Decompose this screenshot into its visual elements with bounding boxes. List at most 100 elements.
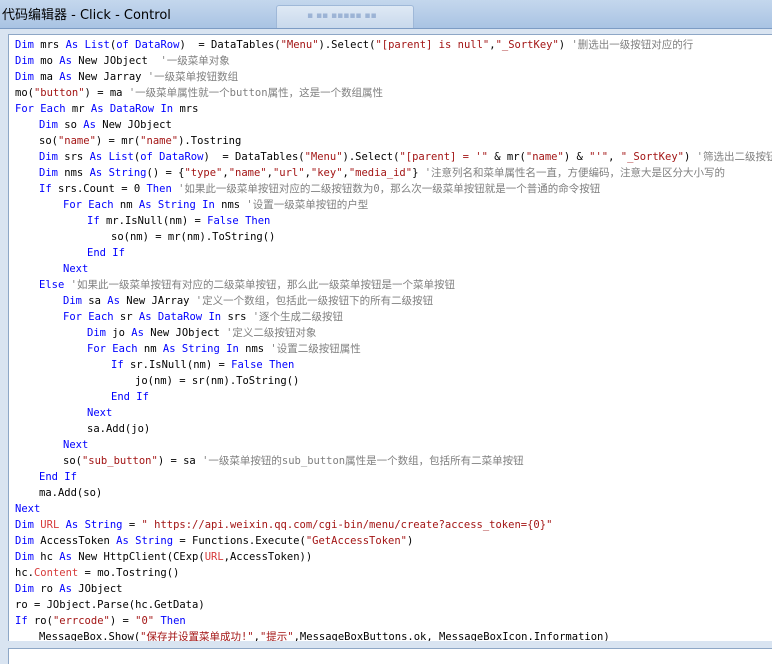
code-token: Dim: [15, 71, 34, 83]
code-line[interactable]: Dim mrs As List(of DataRow) = DataTables…: [15, 37, 693, 53]
code-token: mo(: [15, 87, 34, 99]
code-token: False: [207, 215, 239, 227]
code-token: ) = DataTables(: [179, 39, 281, 51]
code-token: As: [138, 311, 152, 323]
code-token: ) = ma: [84, 87, 129, 99]
code-token: In: [208, 311, 222, 323]
code-line[interactable]: If srs.Count = 0 Then '如果此一级菜单按钮对应的二级按钮数…: [39, 181, 600, 197]
code-token: ).Select(: [318, 39, 376, 51]
code-token: '一级菜单按钮的sub_button属性是一个数组，包括所有二菜单按钮: [202, 455, 524, 467]
code-line[interactable]: Dim jo As New JObject '定义二级按钮对象: [87, 325, 316, 341]
code-token: JObject: [71, 583, 123, 595]
code-line[interactable]: hc.Content = mo.Tostring(): [15, 565, 179, 581]
code-line[interactable]: so("sub_button") = sa '一级菜单按钮的sub_button…: [63, 453, 524, 469]
code-token: '定义二级按钮对象: [226, 327, 317, 339]
code-line[interactable]: Next: [63, 437, 88, 453]
code-token: For: [87, 343, 106, 355]
code-line[interactable]: Next: [63, 261, 88, 277]
code-token: If: [64, 471, 77, 483]
code-token: ) = sa: [157, 455, 203, 467]
code-line[interactable]: Dim ma As New Jarray '一级菜单按钮数组: [15, 69, 238, 85]
splitter[interactable]: [8, 641, 772, 647]
code-line[interactable]: For Each sr As DataRow In srs '逐个生成二级按钮: [63, 309, 343, 325]
code-token: New HttpClient(CExp(: [71, 551, 205, 563]
code-line[interactable]: If sr.IsNull(nm) = False Then: [111, 357, 294, 373]
code-token: URL: [204, 551, 224, 563]
code-line[interactable]: ma.Add(so): [39, 485, 102, 501]
code-token: ma.Add(so): [39, 487, 103, 499]
code-token: "[parent] = '": [399, 151, 488, 163]
code-token: If: [15, 615, 28, 627]
code-token: =: [122, 519, 142, 531]
code-line[interactable]: For Each nm As String In nms '设置二级按钮属性: [87, 341, 361, 357]
code-token: "name": [525, 151, 564, 163]
code-token: Dim: [15, 551, 34, 563]
code-token: ).Select(: [342, 151, 400, 163]
code-token: For: [15, 103, 34, 115]
code-line[interactable]: If mr.IsNull(nm) = False Then: [87, 213, 270, 229]
code-line[interactable]: Dim URL As String = " https://api.weixin…: [15, 517, 552, 533]
code-line[interactable]: End If: [111, 389, 149, 405]
code-line[interactable]: ro = JObject.Parse(hc.GetData): [15, 597, 205, 613]
code-token: Dim: [15, 55, 34, 67]
code-line[interactable]: Dim nms As String() = {"type","name","ur…: [39, 165, 725, 181]
code-token: In: [226, 343, 239, 355]
code-line[interactable]: Dim AccessToken As String = Functions.Ex…: [15, 533, 413, 549]
output-panel[interactable]: [8, 648, 772, 664]
code-line[interactable]: Dim ro As JObject: [15, 581, 123, 597]
code-line[interactable]: Dim mo As New JObject '一级菜单对象: [15, 53, 230, 69]
code-token: Then: [269, 359, 295, 371]
code-token: In: [160, 103, 174, 115]
code-token: ,: [608, 151, 621, 163]
code-editor[interactable]: Dim mrs As List(of DataRow) = DataTables…: [8, 34, 772, 642]
code-token: "[parent] is null": [375, 39, 490, 51]
code-line[interactable]: sa.Add(jo): [87, 421, 150, 437]
code-token: nms: [238, 343, 271, 355]
code-token: ): [407, 535, 414, 547]
code-token: "name": [140, 135, 179, 147]
code-token: so(nm) = mr(nm).ToString(): [111, 231, 276, 243]
code-token: New JObject: [71, 55, 161, 67]
code-token: hc.: [15, 567, 34, 579]
code-token: List: [84, 39, 110, 51]
code-token: mo: [33, 55, 60, 67]
code-token: As: [59, 583, 72, 595]
code-token: DataRow: [135, 39, 180, 51]
code-line[interactable]: For Each mr As DataRow In mrs: [15, 101, 198, 117]
code-line[interactable]: Dim sa As New JArray '定义一个数组，包括此一级按钮下的所有…: [63, 293, 433, 309]
code-line[interactable]: Else '如果此一级菜单按钮有对应的二级菜单按钮，那么此一级菜单按钮是一个菜单…: [39, 277, 455, 293]
code-line[interactable]: jo(nm) = sr(nm).ToString(): [135, 373, 299, 389]
code-token: Then: [245, 215, 271, 227]
code-line[interactable]: End If: [39, 469, 77, 485]
code-token: sr.IsNull(nm) =: [123, 359, 232, 371]
code-token: As: [65, 39, 79, 51]
code-line[interactable]: Dim hc As New HttpClient(CExp(URL,Access…: [15, 549, 312, 565]
window-title: 代码编辑器 - Click - Control: [2, 8, 171, 23]
code-token: As: [131, 327, 144, 339]
code-token: DataRow: [109, 103, 155, 115]
code-line[interactable]: Dim srs As List(of DataRow) = DataTables…: [39, 149, 772, 165]
code-line[interactable]: mo("button") = ma '一级菜单属性就一个button属性，这是一…: [15, 85, 383, 101]
code-line[interactable]: Next: [87, 405, 112, 421]
code-token: If: [112, 247, 125, 259]
code-token: nms: [214, 199, 247, 211]
code-token: As: [90, 103, 104, 115]
code-token: "media_id": [348, 167, 413, 179]
code-line[interactable]: Dim so As New JObject: [39, 117, 172, 133]
code-line[interactable]: so("name") = mr("name").Tostring: [39, 133, 241, 149]
code-token: As: [59, 551, 72, 563]
code-token: of: [116, 39, 129, 51]
code-token: '一级菜单对象: [160, 55, 230, 67]
code-token: ) = mr(: [95, 135, 141, 147]
code-token: "GetAccessToken": [305, 535, 407, 547]
code-token: ma: [33, 71, 60, 83]
code-line[interactable]: End If: [87, 245, 125, 261]
code-line[interactable]: For Each nm As String In nms '设置一级菜单按钮的户…: [63, 197, 368, 213]
code-line[interactable]: If ro("errcode") = "0" Then: [15, 613, 186, 629]
code-line[interactable]: Next: [15, 501, 40, 517]
code-line[interactable]: so(nm) = mr(nm).ToString(): [111, 229, 275, 245]
code-token: As: [59, 55, 72, 67]
code-token: '设置二级按钮属性: [270, 343, 361, 355]
code-token: End: [39, 471, 58, 483]
code-token: "0": [135, 615, 155, 627]
